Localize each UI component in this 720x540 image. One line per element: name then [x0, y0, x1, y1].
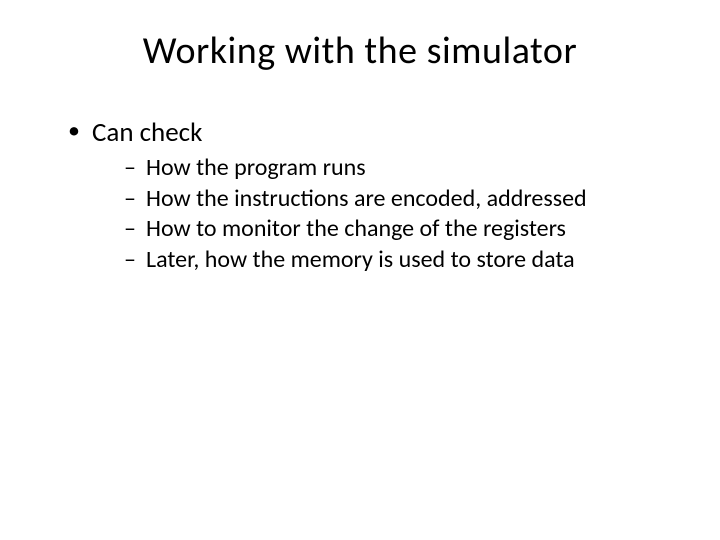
sub-list: How the program runs How the instruction… [92, 153, 670, 276]
sub-item: How to monitor the change of the registe… [124, 214, 670, 245]
bullet-item: Can check How the program runs How the i… [68, 116, 670, 276]
sub-item: Later, how the memory is used to store d… [124, 245, 670, 276]
sub-item: How the program runs [124, 153, 670, 184]
sub-item: How the instructions are encoded, addres… [124, 184, 670, 215]
bullet-label: Can check [92, 116, 202, 149]
slide-title: Working with the simulator [50, 28, 670, 74]
bullet-list: Can check How the program runs How the i… [50, 116, 670, 276]
